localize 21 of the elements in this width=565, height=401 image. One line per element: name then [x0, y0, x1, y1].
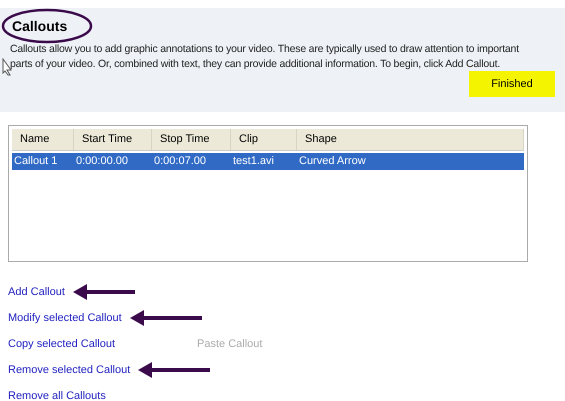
action-link[interactable]: Add Callout	[8, 284, 65, 300]
table-cell-text: Curved Arrow	[298, 154, 367, 170]
column-header[interactable]: Shape	[297, 129, 524, 150]
table-cell-text: 0:00:07.00	[153, 154, 207, 170]
column-header[interactable]: Stop Time	[152, 129, 231, 150]
finished-button[interactable]: Finished	[469, 71, 555, 97]
action-link[interactable]: Remove all Callouts	[8, 388, 106, 401]
table-cell-text: 0:00:00.00	[75, 154, 129, 170]
action-link[interactable]: Copy selected Callout	[8, 336, 116, 352]
table-cell-text: test1.avi	[232, 154, 275, 170]
action-link[interactable]: Remove selected Callout	[8, 362, 130, 378]
column-header[interactable]: Name	[12, 129, 74, 150]
page-title: Callouts	[11, 18, 68, 34]
column-header[interactable]: Start Time	[74, 129, 152, 150]
description-text: Callouts allow you to add graphic annotations to your video. These are typically used to draw attention to important parts of your video. Or, combined with text, they can provide additional information. To begin, click Add Callout.	[10, 42, 520, 72]
arrow-annotation	[72, 284, 135, 300]
table-row[interactable]: Callout 1 0:00:00.00 0:00:07.00 test1.avi Curved Arrow	[12, 153, 524, 170]
action-link[interactable]: Modify selected Callout	[8, 310, 122, 326]
column-header[interactable]: Clip	[231, 129, 297, 150]
cursor-icon	[2, 58, 12, 76]
table-cell-text: Callout 1	[13, 154, 58, 170]
